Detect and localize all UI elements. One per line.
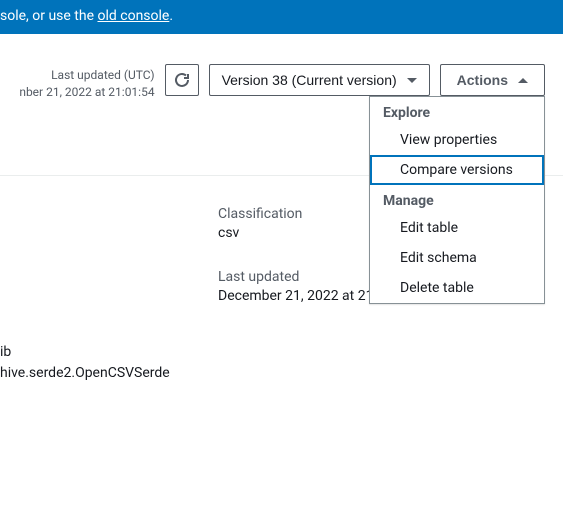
refresh-icon [174, 72, 190, 88]
actions-button[interactable]: Actions [440, 64, 545, 96]
serde-block: ib hive.serde2.OpenCSVSerde [0, 342, 563, 384]
header-toolbar: Last updated (UTC) nber 21, 2022 at 21:0… [0, 34, 563, 115]
old-console-link[interactable]: old console [98, 8, 170, 24]
last-updated-info: Last updated (UTC) nber 21, 2022 at 21:0… [19, 64, 154, 101]
caret-down-icon [407, 78, 417, 83]
dropdown-item-view-properties[interactable]: View properties [370, 125, 544, 155]
banner-text-prefix: sole, or use the [0, 8, 98, 24]
serde-line1: ib [0, 342, 563, 363]
refresh-button[interactable] [165, 64, 199, 96]
serde-line2: hive.serde2.OpenCSVSerde [0, 363, 563, 384]
version-label: Version 38 (Current version) [222, 72, 397, 88]
version-selector[interactable]: Version 38 (Current version) [209, 64, 430, 96]
caret-up-icon [518, 78, 528, 83]
dropdown-item-edit-table[interactable]: Edit table [370, 213, 544, 243]
dropdown-item-edit-schema[interactable]: Edit schema [370, 243, 544, 273]
dropdown-section-manage: Manage [370, 185, 544, 213]
last-updated-label: Last updated (UTC) [19, 67, 154, 84]
info-banner: sole, or use the old console. [0, 0, 563, 34]
actions-dropdown: Explore View properties Compare versions… [369, 96, 545, 304]
dropdown-item-compare-versions[interactable]: Compare versions [370, 155, 544, 185]
actions-label: Actions [457, 72, 508, 88]
dropdown-section-explore: Explore [370, 97, 544, 125]
banner-text-suffix: . [169, 8, 173, 24]
dropdown-item-delete-table[interactable]: Delete table [370, 273, 544, 303]
last-updated-value: nber 21, 2022 at 21:01:54 [19, 84, 154, 101]
